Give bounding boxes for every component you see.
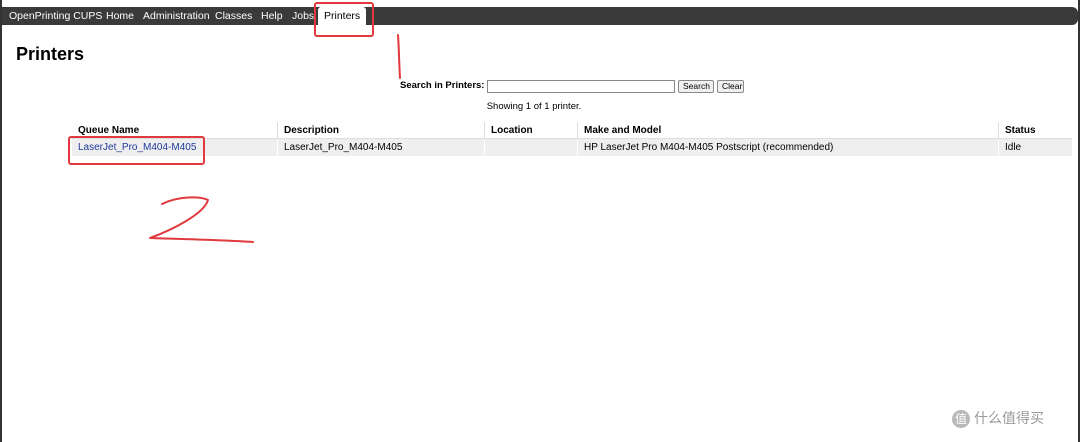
column-header-make-model: Make and Model [577,122,999,139]
column-header-queue-name: Queue Name [72,122,278,139]
description-cell: LaserJet_Pro_M404-M405 [277,138,485,156]
results-count: Showing 1 of 1 printer. [486,101,582,112]
status-cell: Idle [998,138,1072,156]
table-row: LaserJet_Pro_M404-M405 LaserJet_Pro_M404… [72,138,1072,156]
search-button[interactable]: Search [678,80,714,93]
printer-queue-link[interactable]: LaserJet_Pro_M404-M405 [78,142,196,153]
printers-table: Queue Name Description Location Make and… [72,122,1072,156]
column-header-description: Description [277,122,485,139]
nav-home[interactable]: Home [106,7,134,25]
nav-brand[interactable]: OpenPrinting CUPS [9,7,102,25]
nav-help[interactable]: Help [261,7,283,25]
nav-administration[interactable]: Administration [143,7,210,25]
nav-printers[interactable]: Printers [318,7,367,25]
make-model-cell: HP LaserJet Pro M404-M405 Postscript (re… [577,138,999,156]
site-watermark: 值什么值得买 [952,408,1044,428]
annotation-overlay [68,2,401,243]
watermark-text: 什么值得买 [974,411,1044,427]
table-header-row: Queue Name Description Location Make and… [72,122,1072,139]
nav-jobs[interactable]: Jobs [292,7,314,25]
clear-button[interactable]: Clear [717,80,744,93]
location-cell [484,138,578,156]
search-label: Search in Printers: [400,80,485,91]
window-frame-left [0,0,2,442]
column-header-status: Status [998,122,1072,139]
page-title: Printers [16,44,85,64]
watermark-logo-icon: 值 [952,410,970,428]
handwritten-step-2 [149,196,254,243]
top-navbar: OpenPrinting CUPS Home Administration Cl… [2,7,1078,25]
nav-classes[interactable]: Classes [215,7,252,25]
search-input[interactable] [487,80,675,93]
column-header-location: Location [484,122,578,139]
handwritten-step-1 [397,34,401,79]
queue-name-cell: LaserJet_Pro_M404-M405 [72,138,278,156]
